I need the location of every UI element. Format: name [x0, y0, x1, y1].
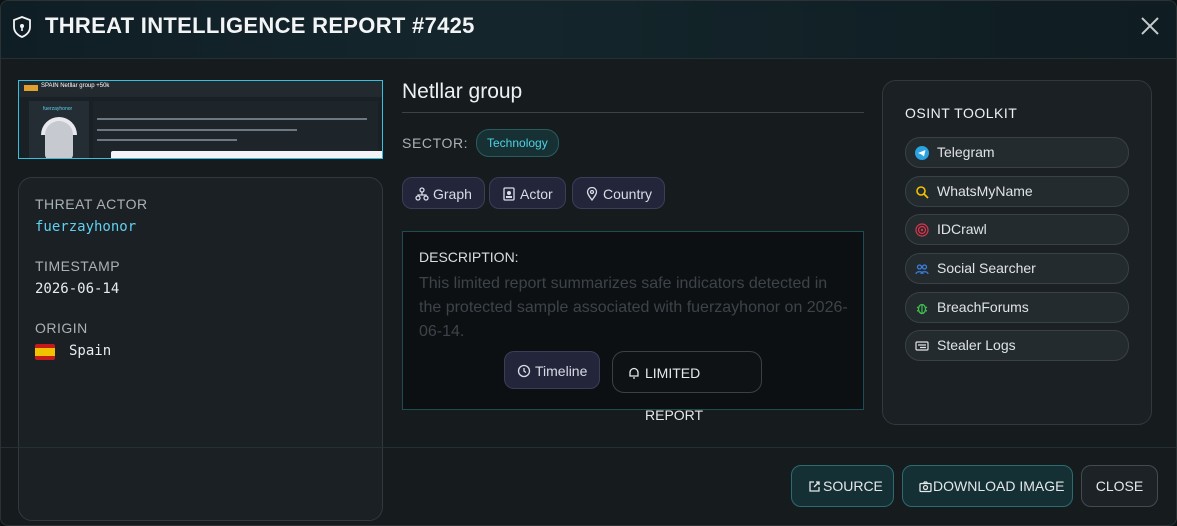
tool-label: Telegram [937, 144, 995, 160]
osint-title: OSINT TOOLKIT [905, 105, 1018, 121]
origin-value: Spain [69, 343, 112, 359]
tool-whatsmyname[interactable]: WhatsMyName [905, 176, 1129, 207]
tool-stealer-logs[interactable]: Stealer Logs [905, 330, 1129, 361]
thumbnail-line [97, 129, 297, 131]
map-pin-icon [586, 187, 598, 201]
description-panel: DESCRIPTION: This limited report summari… [402, 231, 864, 423]
close-button-label: CLOSE [1095, 478, 1144, 494]
modal-title: THREAT INTELLIGENCE REPORT #7425 [45, 13, 475, 38]
tool-label: WhatsMyName [937, 183, 1033, 199]
country-button[interactable]: Country [572, 177, 666, 209]
magnifier-icon [916, 186, 929, 199]
camera-icon [919, 481, 932, 493]
external-link-icon [809, 481, 820, 492]
thumbnail-tag [24, 85, 38, 91]
limited-report-label: LIMITED REPORT [645, 365, 704, 423]
sector-label: SECTOR: [402, 135, 469, 151]
bug-icon [916, 303, 928, 315]
users-icon [915, 264, 929, 275]
thumbnail-headline: SPAIN Netllar group +50k [41, 83, 110, 89]
timestamp-label: TIMESTAMP [35, 258, 121, 274]
tool-label: Stealer Logs [937, 337, 1016, 353]
actor-label: THREAT ACTOR [35, 196, 148, 212]
timeline-button-label: Timeline [535, 363, 588, 379]
tool-label: BreachForums [937, 299, 1029, 315]
download-button-label: DOWNLOAD IMAGE [933, 478, 1065, 494]
modal-header: THREAT INTELLIGENCE REPORT #7425 [1, 1, 1176, 59]
source-button[interactable]: SOURCE [791, 465, 894, 507]
sector-badge[interactable]: Technology [476, 129, 559, 157]
fingerprint-icon [915, 223, 929, 237]
id-card-icon [503, 187, 515, 201]
tool-social-searcher[interactable]: Social Searcher [905, 253, 1129, 284]
thumbnail-box [111, 151, 382, 158]
tool-label: Social Searcher [937, 260, 1036, 276]
actor-button-label: Actor [520, 186, 553, 202]
thumbnail-avatar [45, 121, 73, 158]
footer-divider [1, 447, 1176, 448]
tool-breachforums[interactable]: BreachForums [905, 292, 1129, 323]
description-text: This limited report summarizes safe indi… [419, 275, 848, 340]
close-icon[interactable] [1138, 14, 1162, 38]
report-modal: THREAT INTELLIGENCE REPORT #7425 SPAIN N… [0, 0, 1177, 526]
shield-icon [13, 16, 31, 38]
report-name: Netllar group [402, 80, 523, 103]
clock-icon [517, 364, 531, 378]
evidence-thumbnail[interactable]: SPAIN Netllar group +50k fuerzayhonor [18, 80, 383, 159]
tool-label: IDCrawl [937, 221, 987, 237]
thumbnail-actor: fuerzayhonor [43, 106, 73, 112]
graph-button-label: Graph [433, 186, 472, 202]
source-button-label: SOURCE [823, 478, 883, 494]
tool-telegram[interactable]: Telegram [905, 137, 1129, 168]
title-divider [402, 112, 864, 113]
origin-label: ORIGIN [35, 320, 88, 336]
tool-idcrawl[interactable]: IDCrawl [905, 214, 1129, 245]
thumbnail-line [97, 139, 237, 141]
terminal-icon [915, 341, 929, 351]
limited-report-button[interactable]: LIMITED REPORT [612, 351, 762, 423]
close-button[interactable]: CLOSE [1081, 465, 1158, 507]
spain-flag-icon [35, 344, 55, 360]
actor-details-card: THREAT ACTOR fuerzayhonor TIMESTAMP 2026… [18, 177, 383, 521]
timeline-button[interactable]: Timeline [504, 351, 600, 389]
bell-icon [629, 367, 639, 379]
thumbnail-line [97, 118, 367, 120]
actor-button[interactable]: Actor [489, 177, 566, 209]
actor-value: fuerzayhonor [35, 219, 137, 235]
description-label: DESCRIPTION: [419, 249, 519, 265]
graph-icon [415, 187, 429, 201]
graph-button[interactable]: Graph [402, 177, 485, 209]
timestamp-value: 2026-06-14 [35, 281, 120, 297]
download-image-button[interactable]: DOWNLOAD IMAGE [902, 465, 1073, 507]
country-button-label: Country [603, 186, 653, 202]
osint-toolkit-panel: OSINT TOOLKIT Telegram WhatsMyName IDCra… [882, 80, 1152, 425]
telegram-icon [915, 146, 929, 160]
